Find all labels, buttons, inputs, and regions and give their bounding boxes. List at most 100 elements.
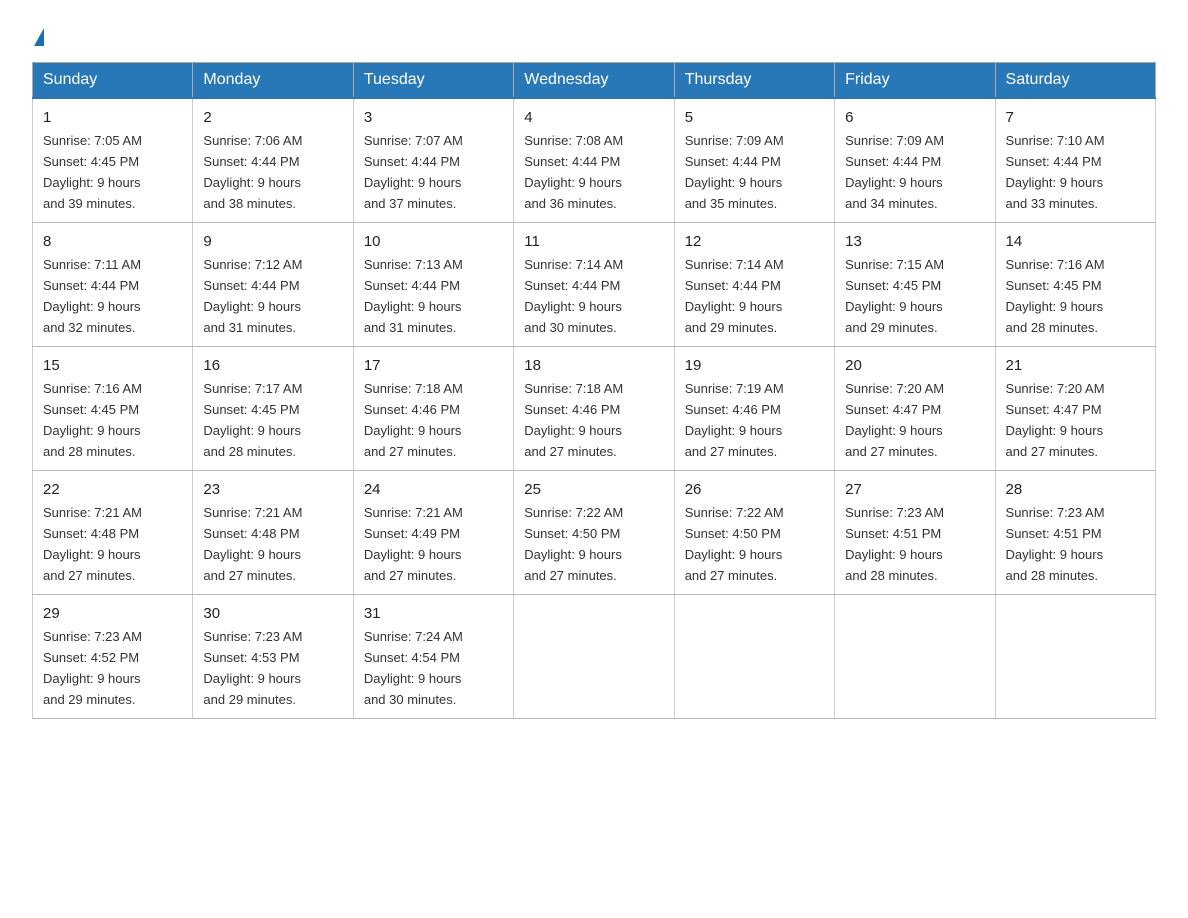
day-cell-25: 25 Sunrise: 7:22 AMSunset: 4:50 PMDayligh… [514, 470, 674, 594]
day-cell-11: 11 Sunrise: 7:14 AMSunset: 4:44 PMDayligh… [514, 222, 674, 346]
day-header-tuesday: Tuesday [353, 63, 513, 99]
day-number: 4 [524, 106, 663, 129]
day-number: 18 [524, 354, 663, 377]
day-info: Sunrise: 7:19 AMSunset: 4:46 PMDaylight:… [685, 381, 784, 459]
day-cell-14: 14 Sunrise: 7:16 AMSunset: 4:45 PMDayligh… [995, 222, 1155, 346]
day-info: Sunrise: 7:07 AMSunset: 4:44 PMDaylight:… [364, 133, 463, 211]
day-info: Sunrise: 7:14 AMSunset: 4:44 PMDaylight:… [524, 257, 623, 335]
day-number: 16 [203, 354, 342, 377]
day-number: 20 [845, 354, 984, 377]
day-info: Sunrise: 7:09 AMSunset: 4:44 PMDaylight:… [845, 133, 944, 211]
day-info: Sunrise: 7:18 AMSunset: 4:46 PMDaylight:… [364, 381, 463, 459]
week-row-3: 15 Sunrise: 7:16 AMSunset: 4:45 PMDayligh… [33, 346, 1156, 470]
day-info: Sunrise: 7:21 AMSunset: 4:48 PMDaylight:… [203, 505, 302, 583]
day-number: 28 [1006, 478, 1145, 501]
day-info: Sunrise: 7:23 AMSunset: 4:53 PMDaylight:… [203, 629, 302, 707]
logo-triangle-icon [34, 28, 44, 46]
day-cell-31: 31Sunrise: 7:24 AMSunset: 4:54 PMDayligh… [353, 594, 513, 718]
day-cell-26: 26 Sunrise: 7:22 AMSunset: 4:50 PMDayligh… [674, 470, 834, 594]
day-info: Sunrise: 7:17 AMSunset: 4:45 PMDaylight:… [203, 381, 302, 459]
day-header-thursday: Thursday [674, 63, 834, 99]
day-cell-22: 22 Sunrise: 7:21 AMSunset: 4:48 PMDayligh… [33, 470, 193, 594]
day-number: 19 [685, 354, 824, 377]
day-number: 10 [364, 230, 503, 253]
empty-cell [514, 594, 674, 718]
day-info: Sunrise: 7:22 AMSunset: 4:50 PMDaylight:… [524, 505, 623, 583]
day-info: Sunrise: 7:18 AMSunset: 4:46 PMDaylight:… [524, 381, 623, 459]
day-cell-1: 1 Sunrise: 7:05 AMSunset: 4:45 PMDaylight… [33, 98, 193, 222]
day-info: Sunrise: 7:12 AMSunset: 4:44 PMDaylight:… [203, 257, 302, 335]
day-info: Sunrise: 7:21 AMSunset: 4:48 PMDaylight:… [43, 505, 142, 583]
day-number: 27 [845, 478, 984, 501]
logo [32, 24, 44, 46]
day-number: 17 [364, 354, 503, 377]
week-row-4: 22 Sunrise: 7:21 AMSunset: 4:48 PMDayligh… [33, 470, 1156, 594]
page-header [32, 24, 1156, 46]
day-header-wednesday: Wednesday [514, 63, 674, 99]
logo-blue-text [32, 28, 44, 46]
day-cell-6: 6Sunrise: 7:09 AMSunset: 4:44 PMDaylight… [835, 98, 995, 222]
day-cell-16: 16 Sunrise: 7:17 AMSunset: 4:45 PMDayligh… [193, 346, 353, 470]
day-info: Sunrise: 7:14 AMSunset: 4:44 PMDaylight:… [685, 257, 784, 335]
week-row-1: 1 Sunrise: 7:05 AMSunset: 4:45 PMDaylight… [33, 98, 1156, 222]
day-header-saturday: Saturday [995, 63, 1155, 99]
day-cell-10: 10 Sunrise: 7:13 AMSunset: 4:44 PMDayligh… [353, 222, 513, 346]
day-number: 25 [524, 478, 663, 501]
day-header-sunday: Sunday [33, 63, 193, 99]
day-info: Sunrise: 7:11 AMSunset: 4:44 PMDaylight:… [43, 257, 141, 335]
day-cell-18: 18 Sunrise: 7:18 AMSunset: 4:46 PMDayligh… [514, 346, 674, 470]
day-number: 13 [845, 230, 984, 253]
day-header-monday: Monday [193, 63, 353, 99]
week-row-5: 29 Sunrise: 7:23 AMSunset: 4:52 PMDayligh… [33, 594, 1156, 718]
day-cell-4: 4Sunrise: 7:08 AMSunset: 4:44 PMDaylight… [514, 98, 674, 222]
day-info: Sunrise: 7:20 AMSunset: 4:47 PMDaylight:… [845, 381, 944, 459]
day-number: 12 [685, 230, 824, 253]
day-cell-20: 20 Sunrise: 7:20 AMSunset: 4:47 PMDayligh… [835, 346, 995, 470]
calendar-table: SundayMondayTuesdayWednesdayThursdayFrid… [32, 62, 1156, 719]
day-info: Sunrise: 7:10 AMSunset: 4:44 PMDaylight:… [1006, 133, 1105, 211]
day-cell-27: 27 Sunrise: 7:23 AMSunset: 4:51 PMDayligh… [835, 470, 995, 594]
day-number: 22 [43, 478, 182, 501]
day-number: 29 [43, 602, 182, 625]
day-info: Sunrise: 7:13 AMSunset: 4:44 PMDaylight:… [364, 257, 463, 335]
day-info: Sunrise: 7:23 AMSunset: 4:51 PMDaylight:… [845, 505, 944, 583]
day-info: Sunrise: 7:16 AMSunset: 4:45 PMDaylight:… [1006, 257, 1105, 335]
day-cell-13: 13 Sunrise: 7:15 AMSunset: 4:45 PMDayligh… [835, 222, 995, 346]
day-number: 11 [524, 230, 663, 253]
day-info: Sunrise: 7:23 AMSunset: 4:52 PMDaylight:… [43, 629, 142, 707]
day-info: Sunrise: 7:06 AMSunset: 4:44 PMDaylight:… [203, 133, 302, 211]
day-cell-24: 24 Sunrise: 7:21 AMSunset: 4:49 PMDayligh… [353, 470, 513, 594]
day-info: Sunrise: 7:21 AMSunset: 4:49 PMDaylight:… [364, 505, 463, 583]
day-cell-23: 23Sunrise: 7:21 AMSunset: 4:48 PMDayligh… [193, 470, 353, 594]
day-number: 26 [685, 478, 824, 501]
day-number: 30 [203, 602, 342, 625]
day-cell-21: 21 Sunrise: 7:20 AMSunset: 4:47 PMDayligh… [995, 346, 1155, 470]
day-cell-7: 7Sunrise: 7:10 AMSunset: 4:44 PMDaylight… [995, 98, 1155, 222]
day-cell-12: 12 Sunrise: 7:14 AMSunset: 4:44 PMDayligh… [674, 222, 834, 346]
day-info: Sunrise: 7:15 AMSunset: 4:45 PMDaylight:… [845, 257, 944, 335]
day-number: 14 [1006, 230, 1145, 253]
day-number: 9 [203, 230, 342, 253]
day-number: 5 [685, 106, 824, 129]
empty-cell [995, 594, 1155, 718]
day-cell-29: 29 Sunrise: 7:23 AMSunset: 4:52 PMDayligh… [33, 594, 193, 718]
day-number: 31 [364, 602, 503, 625]
day-cell-19: 19 Sunrise: 7:19 AMSunset: 4:46 PMDayligh… [674, 346, 834, 470]
day-info: Sunrise: 7:16 AMSunset: 4:45 PMDaylight:… [43, 381, 142, 459]
day-cell-30: 30 Sunrise: 7:23 AMSunset: 4:53 PMDayligh… [193, 594, 353, 718]
day-cell-15: 15 Sunrise: 7:16 AMSunset: 4:45 PMDayligh… [33, 346, 193, 470]
day-number: 15 [43, 354, 182, 377]
week-row-2: 8Sunrise: 7:11 AMSunset: 4:44 PMDaylight… [33, 222, 1156, 346]
day-number: 1 [43, 106, 182, 129]
day-number: 2 [203, 106, 342, 129]
day-number: 24 [364, 478, 503, 501]
empty-cell [674, 594, 834, 718]
day-info: Sunrise: 7:22 AMSunset: 4:50 PMDaylight:… [685, 505, 784, 583]
day-number: 21 [1006, 354, 1145, 377]
day-info: Sunrise: 7:09 AMSunset: 4:44 PMDaylight:… [685, 133, 784, 211]
day-header-friday: Friday [835, 63, 995, 99]
day-number: 3 [364, 106, 503, 129]
day-info: Sunrise: 7:20 AMSunset: 4:47 PMDaylight:… [1006, 381, 1105, 459]
day-cell-17: 17 Sunrise: 7:18 AMSunset: 4:46 PMDayligh… [353, 346, 513, 470]
day-info: Sunrise: 7:05 AMSunset: 4:45 PMDaylight:… [43, 133, 142, 211]
